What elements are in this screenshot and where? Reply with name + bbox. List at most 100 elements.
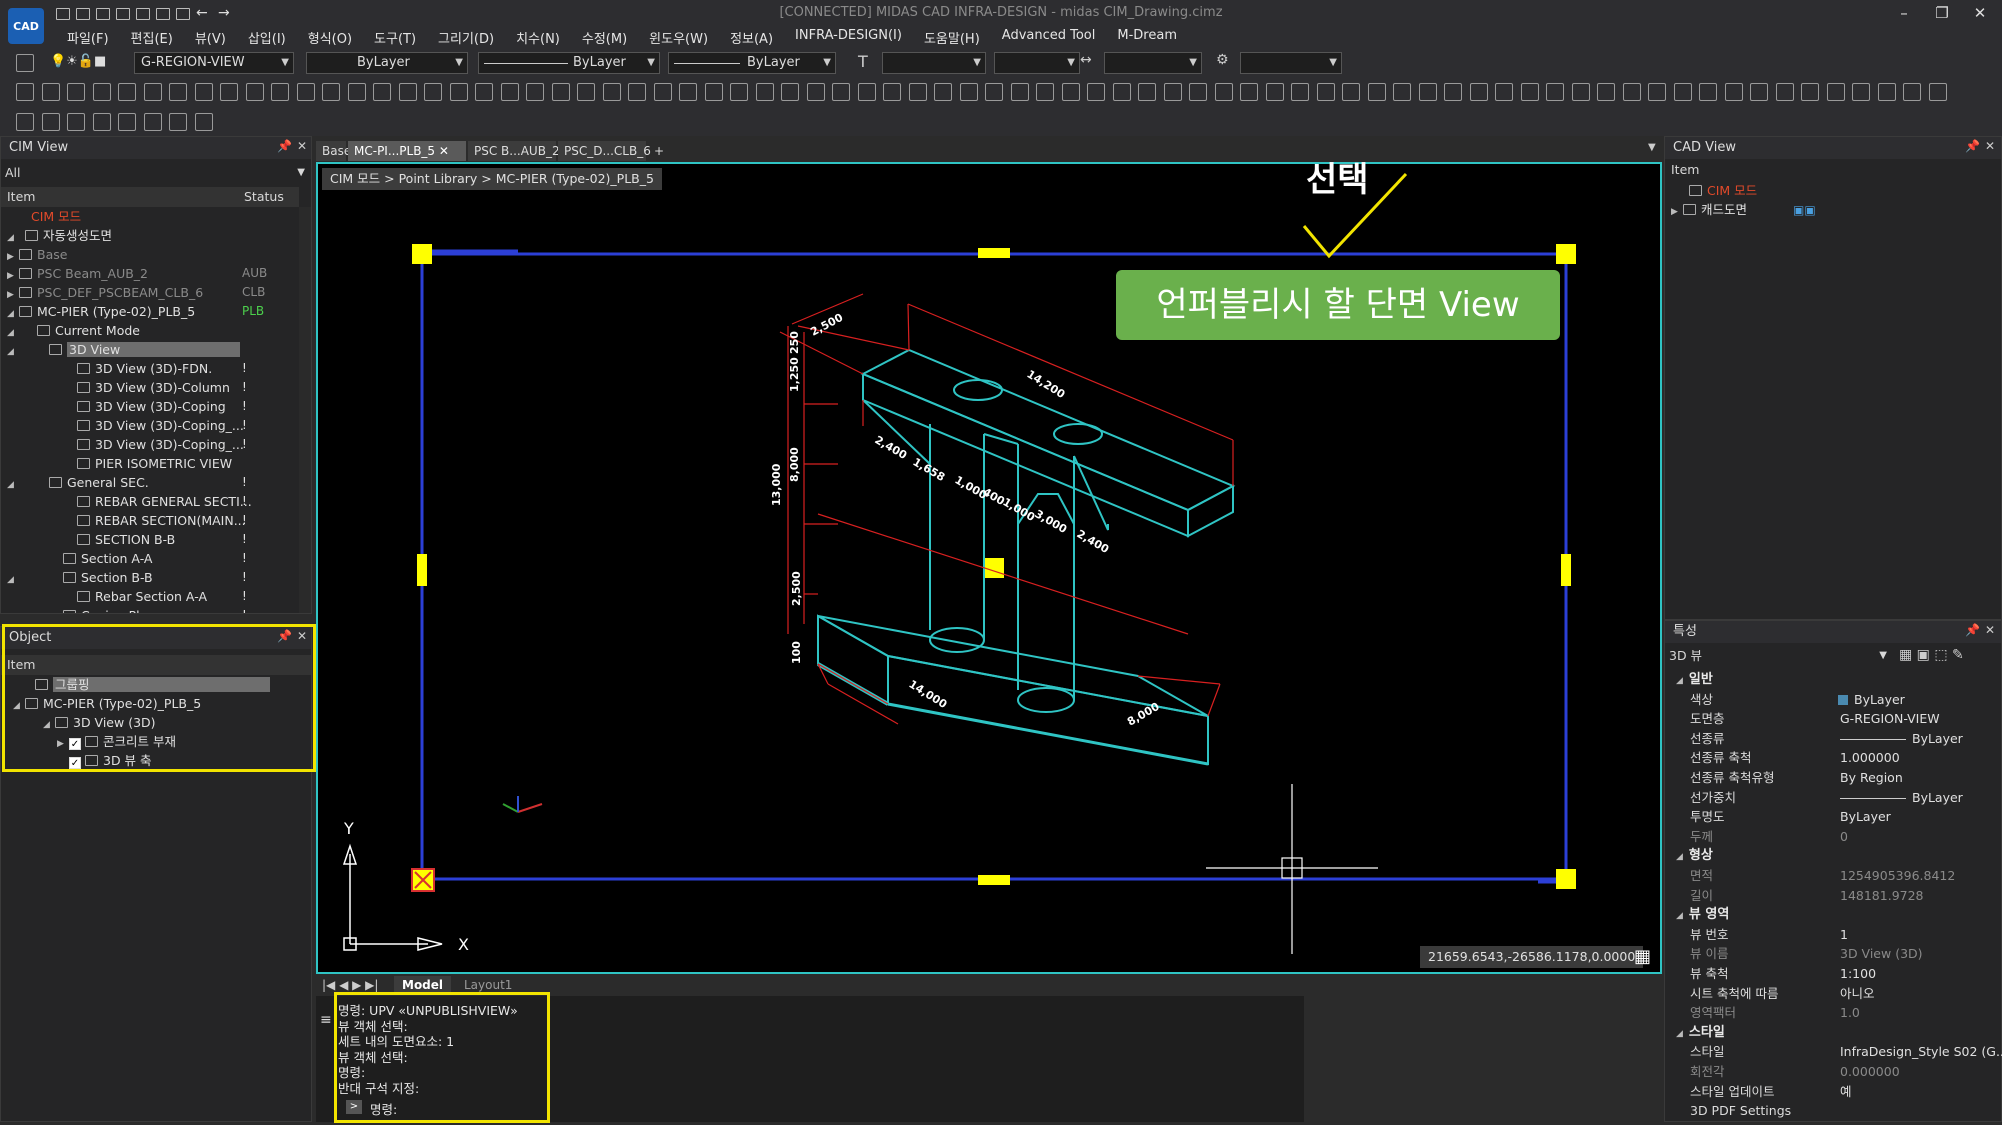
- tool-icon[interactable]: [1699, 83, 1717, 101]
- pin-icon[interactable]: 📌: [1965, 139, 1980, 153]
- tool-icon[interactable]: [1061, 83, 1080, 101]
- tool-icon[interactable]: [985, 83, 1003, 101]
- property-value[interactable]: By Region: [1840, 768, 1903, 788]
- tool-icon[interactable]: [934, 83, 952, 101]
- selection-dropdown[interactable]: 3D 뷰 ▼: [1669, 646, 1887, 666]
- tool-icon[interactable]: [1775, 83, 1794, 101]
- menu-item[interactable]: 형식(O): [297, 26, 363, 50]
- tool-icon[interactable]: [1801, 83, 1819, 101]
- dim-style-dropdown[interactable]: ▼: [1104, 52, 1202, 74]
- tool-icon[interactable]: [194, 113, 213, 131]
- tool-icon[interactable]: [1240, 83, 1258, 101]
- tool-icon[interactable]: [1342, 83, 1360, 101]
- document-tab[interactable]: MC-PI...PLB_5 ✕: [348, 141, 466, 161]
- layer-state-icons[interactable]: 💡☀🔓■: [50, 54, 106, 69]
- document-tab[interactable]: PSC B...AUB_2: [468, 141, 560, 161]
- layer-manager-icon[interactable]: [16, 54, 34, 72]
- cim-tree-item[interactable]: 3D View (3D)-FDN.!: [7, 359, 299, 378]
- tool-icon[interactable]: [1214, 83, 1233, 101]
- tool-icon[interactable]: [398, 83, 417, 101]
- cim-tree-item[interactable]: ◢ Current Mode: [7, 321, 299, 340]
- tool-icon[interactable]: [857, 83, 876, 101]
- property-value[interactable]: 1:100: [1840, 964, 1876, 984]
- property-row[interactable]: 선종류 ByLayer: [1690, 729, 1990, 749]
- cim-tree-item[interactable]: SECTION B-B!: [7, 530, 299, 549]
- document-tab[interactable]: Base: [316, 141, 351, 161]
- tool-icon[interactable]: [1163, 83, 1182, 101]
- tool-icon[interactable]: [1189, 83, 1207, 101]
- property-row[interactable]: 뷰 축척 1:100: [1690, 964, 1990, 984]
- tool-icon[interactable]: [143, 83, 162, 101]
- tool-icon[interactable]: [424, 83, 442, 101]
- property-row[interactable]: 선종류 축척유형 By Region: [1690, 768, 1990, 788]
- menu-item[interactable]: 그리기(D): [427, 26, 505, 50]
- property-category[interactable]: ◢ 일반: [1676, 670, 1713, 690]
- menu-item[interactable]: 치수(N): [505, 26, 571, 50]
- cim-tree-item[interactable]: 3D View (3D)-Coping_...!: [7, 435, 299, 454]
- tool-icon[interactable]: [883, 83, 901, 101]
- tool-icon[interactable]: [1112, 83, 1131, 101]
- cim-filter-dropdown[interactable]: All ▼: [5, 163, 309, 183]
- property-value[interactable]: 148181.9728: [1840, 886, 1924, 906]
- tool-icon[interactable]: [1138, 83, 1156, 101]
- tool-icon[interactable]: [475, 83, 493, 101]
- menu-item[interactable]: 정보(A): [719, 26, 784, 50]
- cim-tree-item[interactable]: 3D View (3D)-Coping!: [7, 397, 299, 416]
- cad-tree-item[interactable]: CIM 모드: [1689, 181, 1757, 200]
- property-row[interactable]: 선종류 축척 1.000000: [1690, 748, 1990, 768]
- tool-icon[interactable]: [1291, 83, 1309, 101]
- tool-icon[interactable]: [730, 83, 748, 101]
- property-value[interactable]: 1254905396.8412: [1840, 866, 1955, 886]
- menu-item[interactable]: 파일(F): [56, 26, 120, 50]
- close-icon[interactable]: ✕: [1985, 623, 1995, 637]
- tool-icon[interactable]: [1852, 83, 1870, 101]
- tool-icon[interactable]: [169, 113, 187, 131]
- tool-icon[interactable]: [143, 113, 162, 131]
- minimize-button[interactable]: –: [1886, 2, 1922, 24]
- tool-icon[interactable]: [41, 113, 60, 131]
- property-row[interactable]: 영역팩터 1.0: [1690, 1003, 1990, 1023]
- tool-icon[interactable]: [1571, 83, 1590, 101]
- tool-icon[interactable]: [92, 113, 111, 131]
- property-value[interactable]: 1.0: [1840, 1003, 1860, 1023]
- property-category[interactable]: ◢ 뷰 영역: [1676, 905, 1729, 925]
- property-value[interactable]: ByLayer: [1912, 729, 1963, 749]
- cim-tree-item[interactable]: Section A-A!: [7, 549, 299, 568]
- tool-icon[interactable]: [602, 83, 621, 101]
- cim-tree-item[interactable]: ▶ Base: [7, 245, 299, 264]
- tool-icon[interactable]: [526, 83, 544, 101]
- command-menu-icon[interactable]: ≡: [320, 1012, 332, 1028]
- tool-icon[interactable]: [781, 83, 799, 101]
- property-value[interactable]: 1.000000: [1840, 748, 1900, 768]
- property-value[interactable]: ByLayer: [1854, 690, 1905, 710]
- property-value[interactable]: 3D View (3D): [1840, 944, 1923, 964]
- tool-icon[interactable]: [908, 83, 927, 101]
- cim-tree-item[interactable]: REBAR SECTION(MAIN...!: [7, 511, 299, 530]
- property-row[interactable]: 길이 148181.9728: [1690, 886, 1990, 906]
- cim-tree-item[interactable]: ◢ 3D View: [7, 340, 299, 359]
- text-style-icon[interactable]: T: [858, 52, 868, 71]
- tool-icon[interactable]: [1036, 83, 1054, 101]
- property-row[interactable]: 시트 축척에 따름 아니오: [1690, 984, 1990, 1004]
- tool-icon[interactable]: [1444, 83, 1462, 101]
- tool-icon[interactable]: [806, 83, 825, 101]
- tool-icon[interactable]: [296, 83, 315, 101]
- pin-icon[interactable]: 📌: [277, 139, 292, 153]
- close-icon[interactable]: ✕: [1985, 139, 1995, 153]
- tool-icon[interactable]: [16, 113, 34, 131]
- property-category[interactable]: ◢ 형상: [1676, 846, 1713, 866]
- tool-icon[interactable]: [1673, 83, 1692, 101]
- menu-item[interactable]: Advanced Tool: [991, 26, 1107, 50]
- menu-item[interactable]: M-Dream: [1106, 26, 1188, 50]
- cad-tree-item[interactable]: ▶ 캐드도면: [1671, 200, 1747, 219]
- property-value[interactable]: G-REGION-VIEW: [1840, 709, 1940, 729]
- tool-icon[interactable]: [1087, 83, 1105, 101]
- maximize-button[interactable]: ❐: [1924, 2, 1960, 24]
- text-style-dropdown[interactable]: ▼: [882, 52, 986, 74]
- tool-icon[interactable]: [373, 83, 391, 101]
- menu-item[interactable]: INFRA-DESIGN(I): [784, 26, 913, 50]
- tool-icon[interactable]: [169, 83, 187, 101]
- cim-tree-item[interactable]: ◢ Section B-B!: [7, 568, 299, 587]
- tool-icon[interactable]: [1826, 83, 1845, 101]
- tool-icon[interactable]: [500, 83, 519, 101]
